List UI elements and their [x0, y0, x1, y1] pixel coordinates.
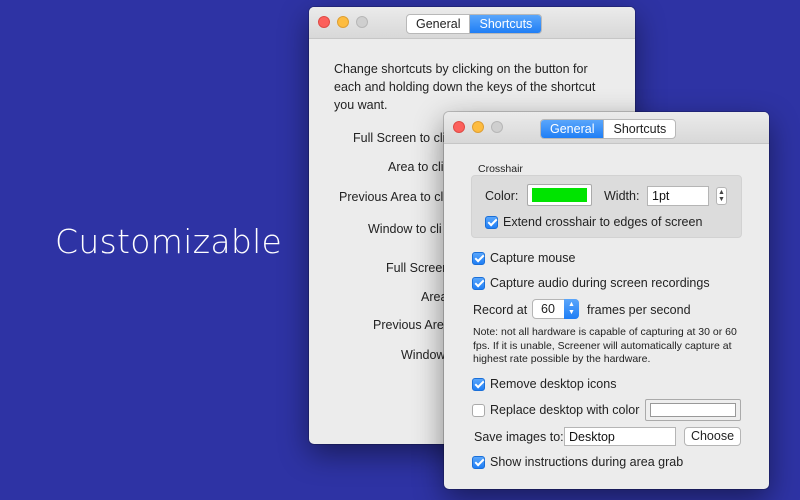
- checkbox-box[interactable]: [472, 377, 485, 391]
- popup-arrows-icon: ▲ ▼: [564, 299, 579, 319]
- capture-audio-checkbox[interactable]: Capture audio during screen recordings: [472, 276, 710, 290]
- tab-shortcuts[interactable]: Shortcuts: [603, 120, 675, 138]
- close-window-button[interactable]: [318, 16, 330, 28]
- shortcut-label: Window to cli: [368, 222, 442, 236]
- extend-crosshair-checkbox[interactable]: Extend crosshair to edges of screen: [485, 215, 702, 229]
- general-window: General Shortcuts Crosshair Color: Width…: [444, 112, 769, 489]
- width-stepper[interactable]: ▲ ▼: [716, 187, 727, 205]
- crosshair-width-field[interactable]: 1pt: [647, 186, 709, 206]
- desktop-color-well[interactable]: [645, 399, 741, 421]
- save-images-label: Save images to:: [474, 430, 564, 444]
- crosshair-color-fill: [532, 188, 587, 202]
- checkbox-box[interactable]: [472, 455, 485, 469]
- tab-bar: General Shortcuts: [406, 14, 543, 34]
- fps-value: 60: [541, 302, 555, 316]
- checkbox-label: Show instructions during area grab: [490, 455, 684, 469]
- close-window-button[interactable]: [453, 121, 465, 133]
- fps-suffix-label: frames per second: [587, 303, 691, 317]
- fps-popup[interactable]: 60 ▲ ▼: [532, 299, 579, 319]
- capture-mouse-checkbox[interactable]: Capture mouse: [472, 251, 575, 265]
- record-at-label: Record at: [473, 303, 528, 317]
- color-label: Color:: [485, 189, 519, 203]
- titlebar: General Shortcuts: [444, 112, 769, 144]
- tab-bar: General Shortcuts: [540, 119, 677, 139]
- fps-note: Note: not all hardware is capable of cap…: [473, 326, 737, 365]
- save-location-field[interactable]: Desktop: [564, 427, 676, 446]
- checkbox-label: Replace desktop with color: [490, 403, 640, 417]
- shortcuts-description: Change shortcuts by clicking on the butt…: [334, 62, 596, 112]
- replace-desktop-color-checkbox[interactable]: Replace desktop with color: [472, 403, 639, 417]
- minimize-window-button[interactable]: [472, 121, 484, 133]
- checkbox-box[interactable]: [472, 251, 485, 265]
- shortcut-label: Window: [401, 348, 446, 362]
- checkbox-label: Extend crosshair to edges of screen: [503, 215, 703, 229]
- show-instructions-checkbox[interactable]: Show instructions during area grab: [472, 455, 683, 469]
- shortcut-label: Full Screen to cli: [353, 131, 446, 145]
- shortcut-label: Full Screen: [386, 261, 450, 275]
- shortcut-label: Area to cli: [388, 160, 444, 174]
- checkbox-box[interactable]: [485, 215, 498, 229]
- shortcut-label: Previous Area to cli: [339, 190, 446, 204]
- crosshair-group-title: Crosshair: [478, 163, 523, 175]
- zoom-window-button[interactable]: [356, 16, 368, 28]
- minimize-window-button[interactable]: [337, 16, 349, 28]
- shortcut-label: Previous Area: [373, 318, 451, 332]
- headline: Customizable: [55, 222, 283, 261]
- traffic-lights: [318, 16, 368, 28]
- checkbox-label: Capture audio during screen recordings: [490, 276, 710, 290]
- tab-general[interactable]: General: [541, 120, 604, 138]
- width-label: Width:: [604, 189, 640, 203]
- tab-shortcuts[interactable]: Shortcuts: [469, 15, 542, 33]
- checkbox-box[interactable]: [472, 403, 485, 417]
- zoom-window-button[interactable]: [491, 121, 503, 133]
- desktop-color-fill: [650, 403, 736, 417]
- titlebar: General Shortcuts: [309, 7, 635, 39]
- checkbox-label: Capture mouse: [490, 251, 576, 265]
- tab-general[interactable]: General: [407, 15, 469, 33]
- crosshair-color-well[interactable]: [527, 184, 592, 206]
- remove-desktop-icons-checkbox[interactable]: Remove desktop icons: [472, 377, 616, 391]
- checkbox-box[interactable]: [472, 276, 485, 290]
- checkbox-label: Remove desktop icons: [490, 377, 617, 391]
- choose-button[interactable]: Choose: [684, 427, 741, 446]
- traffic-lights: [453, 121, 503, 133]
